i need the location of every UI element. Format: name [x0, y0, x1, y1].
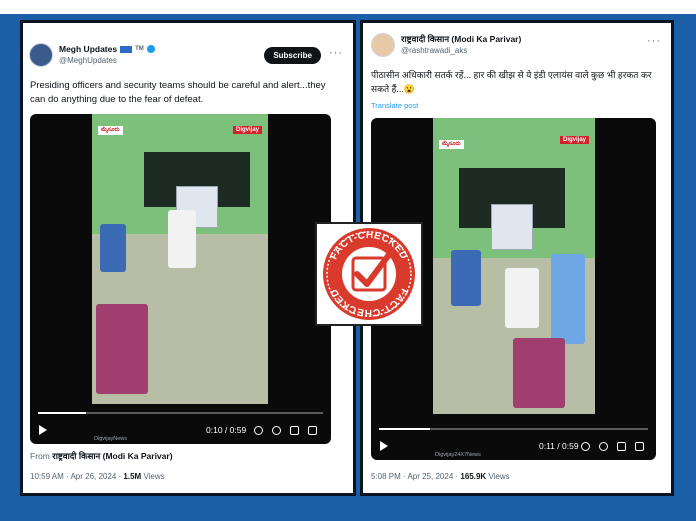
- post-meta: 10:59 AM · Apr 26, 2024 · 1.5M Views: [30, 472, 165, 481]
- tweet-text: पीठासीन अधिकारी सतर्क रहें... हार की खीझ…: [371, 70, 652, 94]
- tm-badge: TM: [135, 46, 144, 52]
- views-count: 1.5M: [123, 472, 142, 481]
- post-meta: 5:08 PM · Apr 25, 2024 · 165.9K Views: [371, 472, 510, 481]
- author-name-row[interactable]: Megh Updates TM: [59, 43, 155, 55]
- stamp-graphic: FACT-CHECKED FACT-CHECKED: [323, 228, 415, 320]
- fullscreen-icon[interactable]: [635, 442, 644, 451]
- settings-icon[interactable]: [599, 442, 608, 451]
- avatar[interactable]: [371, 33, 395, 57]
- video-frame: ಮೈಸೂರು Digvijay: [92, 114, 268, 404]
- volume-icon[interactable]: [581, 442, 590, 451]
- more-options-icon[interactable]: ···: [329, 47, 343, 59]
- left-post-card: Megh Updates TM @MeghUpdates Subscribe ·…: [20, 20, 356, 496]
- fullscreen-icon[interactable]: [308, 426, 317, 435]
- person: [96, 304, 148, 394]
- person: [451, 250, 481, 306]
- location-tag: ಮೈಸೂರು: [439, 140, 464, 149]
- pip-icon[interactable]: [290, 426, 299, 435]
- author-name[interactable]: Megh Updates: [59, 43, 117, 55]
- settings-icon[interactable]: [272, 426, 281, 435]
- voting-booth: [491, 204, 533, 250]
- video-frame: ಮೈಸೂರು Digvijay: [433, 118, 595, 414]
- left-post-header: Megh Updates TM @MeghUpdates: [29, 43, 155, 67]
- top-strip: [0, 0, 696, 14]
- video-time: 0:11 / 0:59: [539, 441, 579, 451]
- progress-bar[interactable]: [38, 412, 323, 414]
- views-label: Views: [488, 472, 510, 481]
- from-source-link[interactable]: राष्ट्रवादी किसान (Modi Ka Parivar): [52, 451, 172, 461]
- person: [100, 224, 126, 272]
- person: [551, 254, 585, 344]
- author-name[interactable]: राष्ट्रवादी किसान (Modi Ka Parivar): [401, 33, 521, 45]
- play-icon[interactable]: [380, 441, 388, 451]
- volume-icon[interactable]: [254, 426, 263, 435]
- person: [505, 268, 539, 328]
- right-post-header: राष्ट्रवादी किसान (Modi Ka Parivar) @ras…: [371, 33, 521, 57]
- views-count: 165.9K: [460, 472, 487, 481]
- watermark: Digvijay24X7News: [435, 452, 481, 458]
- person: [513, 338, 565, 408]
- views-label: Views: [143, 472, 165, 481]
- video-time: 0:10 / 0:59: [206, 425, 247, 435]
- timestamp[interactable]: 10:59 AM · Apr 26, 2024 ·: [30, 472, 121, 481]
- verified-badge-icon: [146, 45, 155, 53]
- subscribe-button[interactable]: Subscribe: [264, 47, 321, 64]
- more-options-icon[interactable]: ···: [647, 35, 661, 47]
- progress-fill: [38, 412, 87, 414]
- play-icon[interactable]: [39, 425, 47, 435]
- person: [168, 210, 196, 268]
- progress-bar[interactable]: [379, 428, 648, 430]
- from-attribution: From राष्ट्रवादी किसान (Modi Ka Parivar): [30, 451, 173, 462]
- tweet-text: Presiding officers and security teams sh…: [30, 80, 326, 105]
- flag-icon: [120, 45, 133, 53]
- from-label: From: [30, 451, 50, 461]
- channel-logo: Digvijay: [232, 126, 262, 134]
- translate-post-link[interactable]: Translate post: [371, 101, 418, 110]
- avatar[interactable]: [29, 43, 53, 67]
- channel-logo: Digvijay: [559, 136, 589, 144]
- timestamp[interactable]: 5:08 PM · Apr 25, 2024 ·: [371, 472, 458, 481]
- progress-fill: [379, 428, 431, 430]
- author-handle[interactable]: @MeghUpdates: [59, 55, 155, 67]
- video-player[interactable]: ಮೈಸೂರು Digvijay 0:10 / 0:59 DigvijayNews: [30, 114, 331, 444]
- author-handle[interactable]: @rashtrawadi_aks: [401, 45, 521, 57]
- location-tag: ಮೈಸೂರು: [98, 126, 123, 135]
- pip-icon[interactable]: [617, 442, 626, 451]
- fact-checked-stamp: FACT-CHECKED FACT-CHECKED: [315, 222, 423, 326]
- watermark: DigvijayNews: [94, 436, 128, 442]
